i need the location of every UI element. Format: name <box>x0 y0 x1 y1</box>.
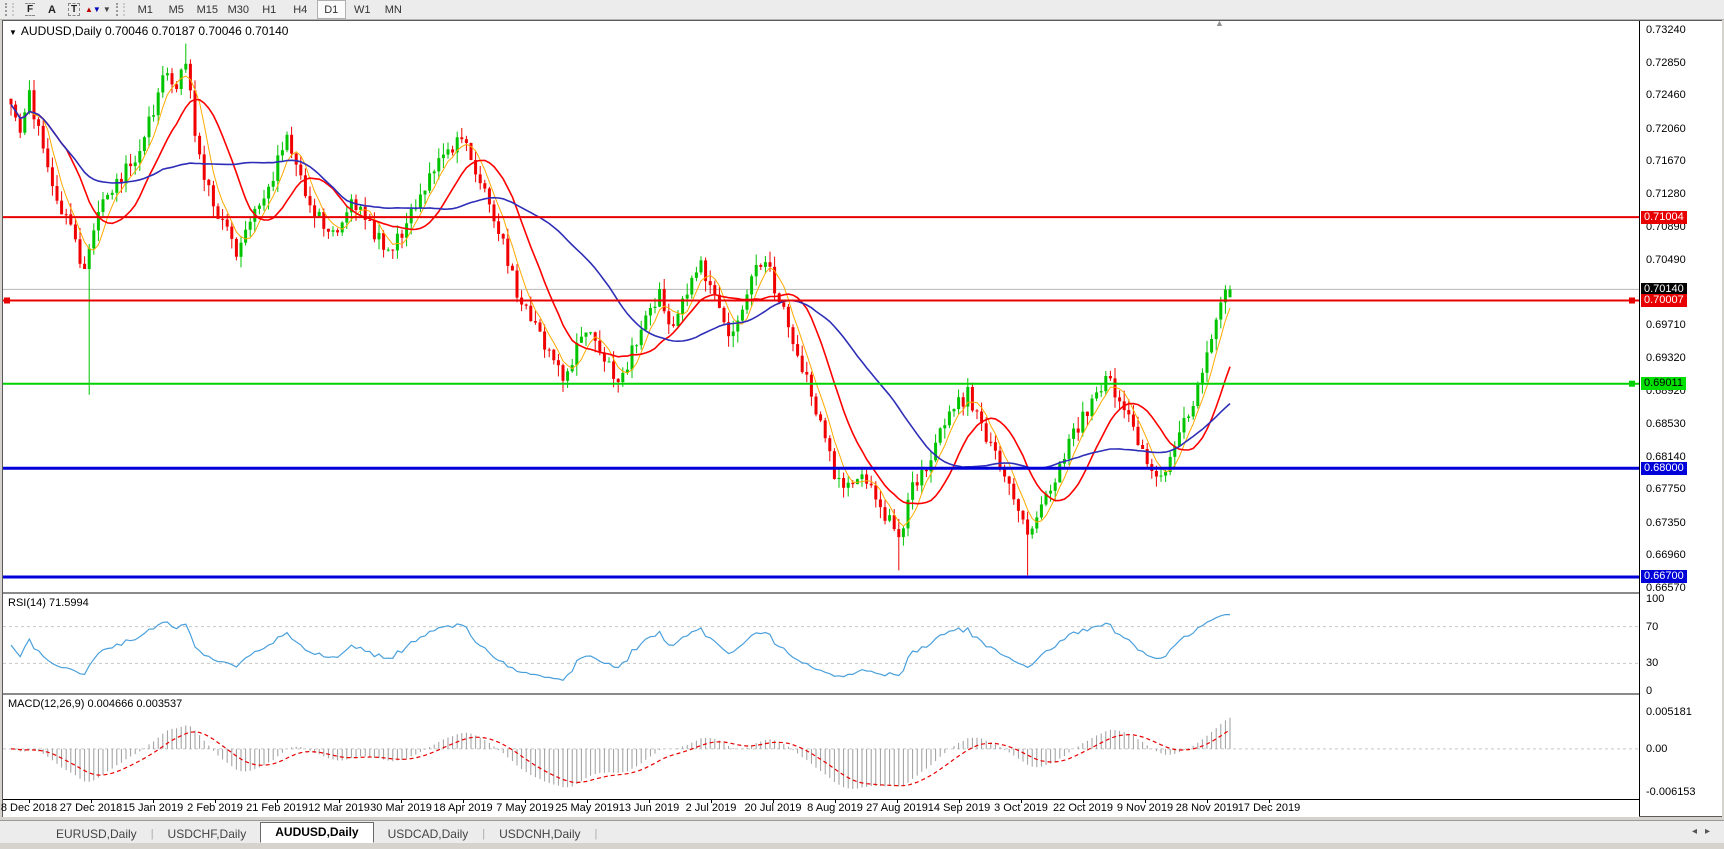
price-tick-label: 0.71280 <box>1646 187 1686 201</box>
macd-label: MACD(12,26,9) 0.004666 0.003537 <box>8 698 182 710</box>
price-tick-label: 0.72460 <box>1646 88 1686 102</box>
timeframe-m5-button[interactable]: M5 <box>162 0 191 19</box>
date-tick-label: 12 Mar 2019 <box>308 802 370 814</box>
ma-13-line <box>11 100 1230 504</box>
price-tick-label: 0.73240 <box>1646 23 1686 37</box>
price-badge: 0.68000 <box>1641 462 1687 475</box>
price-tick-label: 0.70490 <box>1646 253 1686 267</box>
timeframe-h4-button[interactable]: H4 <box>286 0 315 19</box>
price-tick-label: 0.67350 <box>1646 516 1686 530</box>
tab-scroll-arrows[interactable]: ◂▸ <box>1692 826 1718 837</box>
price-tick-label: 0.69320 <box>1646 351 1686 365</box>
price-tick-label: 0.66960 <box>1646 548 1686 562</box>
price-badge: 0.70007 <box>1641 294 1687 307</box>
price-badge: 0.66700 <box>1641 570 1687 583</box>
macd-signal-line <box>11 730 1230 786</box>
dropdown-caret-icon[interactable]: ▼ <box>103 5 111 14</box>
chart-shift-marker-icon[interactable]: ▲ <box>1215 21 1224 28</box>
mt4-window: FAT▲▼▼M1M5M15M30H1H4D1W1MN ▼AUDUSD,Daily… <box>0 0 1724 849</box>
date-tick-label: 9 Nov 2019 <box>1117 802 1173 814</box>
timeframe-d1-button[interactable]: D1 <box>317 0 346 19</box>
date-tick-label: 14 Sep 2019 <box>928 802 990 814</box>
rsi-tick-label: 70 <box>1646 620 1658 634</box>
macd-tick-label: 0.00 <box>1646 742 1667 756</box>
label-tool-icon[interactable]: T <box>63 1 85 18</box>
arrow-down-icon: ▼ <box>93 5 101 14</box>
rsi-line <box>11 615 1230 681</box>
date-tick-label: 15 Jan 2019 <box>123 802 184 814</box>
chart-symbol-period: AUDUSD,Daily <box>21 24 102 38</box>
price-tick-label: 0.67750 <box>1646 482 1686 496</box>
chart-ohlc-values: 0.70046 0.70187 0.70046 0.70140 <box>105 24 289 38</box>
toolbar-grip[interactable] <box>5 3 14 16</box>
chart-dropdown-icon[interactable]: ▼ <box>9 28 17 37</box>
timeframe-m30-button[interactable]: M30 <box>224 0 253 19</box>
date-tick-label: 3 Oct 2019 <box>994 802 1048 814</box>
date-tick-label: 2 Feb 2019 <box>187 802 243 814</box>
chart-tab-audusd-daily[interactable]: AUDUSD,Daily <box>260 822 373 843</box>
timeframe-m15-button[interactable]: M15 <box>193 0 222 19</box>
chart-window: ▼ AUDUSD,Daily 0.70046 0.70187 0.70046 0.… <box>2 20 1722 817</box>
toolbar-grip[interactable] <box>116 3 125 16</box>
price-axis[interactable]: 0.73240 0.72850 0.72460 0.72060 0.71670 0.712… <box>1639 21 1722 816</box>
tab-separator: | <box>594 825 597 843</box>
date-tick-label: 2 Jul 2019 <box>686 802 737 814</box>
ma-34-line <box>11 105 1230 469</box>
timeframe-mn-button[interactable]: MN <box>379 0 408 19</box>
timeframe-h1-button[interactable]: H1 <box>255 0 284 19</box>
horizontal-level-line[interactable] <box>3 381 1639 387</box>
date-tick-label: 8 Aug 2019 <box>807 802 863 814</box>
time-axis[interactable]: 8 Dec 201827 Dec 201815 Jan 20192 Feb 20… <box>3 799 1639 817</box>
chart-tab-eurusd-daily[interactable]: EURUSD,Daily <box>42 825 151 843</box>
toolbar: FAT▲▼▼M1M5M15M30H1H4D1W1MN <box>0 0 1724 20</box>
price-tick-label: 0.72850 <box>1646 56 1686 70</box>
macd-pane[interactable]: MACD(12,26,9) 0.004666 0.003537 <box>3 696 1639 799</box>
price-tick-label: 0.71670 <box>1646 154 1686 168</box>
rsi-label: RSI(14) 71.5994 <box>8 597 89 609</box>
price-badge: 0.71004 <box>1641 211 1687 224</box>
price-chart-pane[interactable]: ▼ AUDUSD,Daily 0.70046 0.70187 0.70046 0.… <box>3 21 1639 592</box>
chart-title: ▼ AUDUSD,Daily 0.70046 0.70187 0.70046 0.… <box>9 24 288 38</box>
rsi-tick-label: 30 <box>1646 656 1658 670</box>
chart-tab-bar: EURUSD,Daily|USDCHF,DailyAUDUSD,DailyUSD… <box>0 820 1724 843</box>
date-tick-label: 20 Jul 2019 <box>745 802 802 814</box>
price-tick-label: 0.68530 <box>1646 417 1686 431</box>
fibonacci-tool-icon[interactable]: F <box>19 1 41 18</box>
date-tick-label: 21 Feb 2019 <box>246 802 308 814</box>
date-tick-label: 8 Dec 2018 <box>1 802 57 814</box>
macd-tick-label: -0.006153 <box>1646 785 1696 799</box>
arrows-tool-icon[interactable]: ▲▼▼ <box>85 1 111 18</box>
date-tick-label: 13 Jun 2019 <box>619 802 680 814</box>
price-tick-label: 0.69710 <box>1646 318 1686 332</box>
text-tool-icon[interactable]: A <box>41 1 63 18</box>
rsi-tick-label: 0 <box>1646 684 1652 698</box>
date-tick-label: 30 Mar 2019 <box>370 802 432 814</box>
date-tick-label: 7 May 2019 <box>496 802 553 814</box>
price-chart-canvas[interactable] <box>3 21 1639 592</box>
chart-tab-usdcad-daily[interactable]: USDCAD,Daily <box>374 825 483 843</box>
macd-tick-label: 0.005181 <box>1646 705 1692 719</box>
rsi-tick-label: 100 <box>1646 592 1664 606</box>
date-tick-label: 22 Oct 2019 <box>1053 802 1113 814</box>
chart-tab-usdchf-daily[interactable]: USDCHF,Daily <box>154 825 261 843</box>
horizontal-level-line[interactable] <box>3 298 1639 304</box>
rsi-canvas[interactable] <box>3 595 1639 693</box>
chart-tab-usdcnh-daily[interactable]: USDCNH,Daily <box>485 825 594 843</box>
date-tick-label: 25 May 2019 <box>555 802 619 814</box>
date-tick-label: 18 Apr 2019 <box>433 802 492 814</box>
price-badge: 0.69011 <box>1641 377 1686 390</box>
date-tick-label: 17 Dec 2019 <box>1238 802 1300 814</box>
date-tick-label: 28 Nov 2019 <box>1176 802 1238 814</box>
date-tick-label: 27 Aug 2019 <box>866 802 928 814</box>
arrow-up-icon: ▲ <box>85 5 93 14</box>
timeframe-m1-button[interactable]: M1 <box>131 0 160 19</box>
macd-canvas[interactable] <box>3 696 1639 799</box>
rsi-pane[interactable]: RSI(14) 71.5994 <box>3 595 1639 693</box>
price-tick-label: 0.72060 <box>1646 122 1686 136</box>
date-tick-label: 27 Dec 2018 <box>60 802 122 814</box>
timeframe-w1-button[interactable]: W1 <box>348 0 377 19</box>
